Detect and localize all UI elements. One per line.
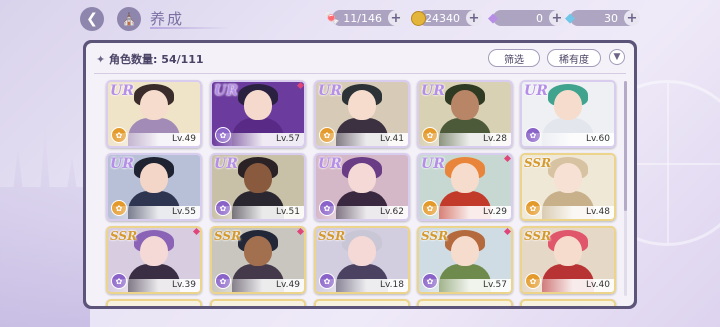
rarity-badge: SSR [110, 229, 138, 243]
sort-order-button[interactable]: ▼ [609, 49, 625, 65]
character-card[interactable]: UR✿Lv.60 [520, 80, 616, 148]
rarity-badge: UR [421, 83, 445, 99]
character-face [451, 90, 479, 120]
character-face [554, 163, 582, 193]
character-card-partial[interactable] [210, 299, 306, 306]
character-card[interactable]: SSR✿Lv.18 [314, 226, 410, 294]
character-face [554, 90, 582, 120]
character-card[interactable]: SSR✿Lv.49 [210, 226, 306, 294]
rarity-badge: UR [524, 83, 548, 99]
sparkle-icon: ✦ [96, 53, 110, 66]
character-card[interactable]: SSR✿Lv.40 [520, 226, 616, 294]
character-card-partial[interactable] [417, 299, 513, 306]
character-count: ✦ 角色数量: 54/111 [96, 51, 204, 67]
character-count-label: 角色数量: [109, 53, 158, 66]
title-underline [150, 27, 230, 29]
character-face [554, 236, 582, 266]
character-panel-inner: ✦ 角色数量: 54/111 筛选 稀有度 ▼ UR✿Lv.49UR✿Lv.57… [86, 43, 634, 306]
character-face [140, 236, 168, 266]
character-level: Lv.18 [316, 279, 408, 292]
character-face [244, 163, 272, 193]
character-card-partial[interactable] [314, 299, 410, 306]
character-level: Lv.48 [522, 206, 614, 219]
character-card[interactable]: UR✿Lv.57 [210, 80, 306, 148]
character-face [451, 163, 479, 193]
rarity-badge: SSR [214, 229, 242, 243]
character-face [244, 90, 272, 120]
crystal-icon: ◆ [565, 10, 575, 26]
scrollbar-thumb[interactable] [624, 81, 627, 211]
character-level: Lv.57 [419, 279, 511, 292]
character-face [451, 236, 479, 266]
character-level: Lv.55 [108, 206, 200, 219]
character-face [348, 90, 376, 120]
character-card[interactable]: UR✿Lv.51 [210, 153, 306, 221]
character-card[interactable]: UR✿Lv.41 [314, 80, 410, 148]
character-level: Lv.41 [316, 133, 408, 146]
castle-icon: ⛪ [121, 12, 137, 26]
character-card-partial[interactable] [106, 299, 202, 306]
stamina-counter: 🍬 11/146 + [324, 10, 404, 26]
page-title: 养成 [150, 10, 185, 28]
character-card-partial[interactable] [520, 299, 616, 306]
rarity-badge: UR [214, 83, 238, 99]
character-card[interactable]: SSR✿Lv.57 [417, 226, 513, 294]
rarity-badge: UR [421, 156, 445, 172]
character-face [244, 236, 272, 266]
character-card[interactable]: SSR✿Lv.39 [106, 226, 202, 294]
character-card[interactable]: UR✿Lv.28 [417, 80, 513, 148]
character-level: Lv.28 [419, 133, 511, 146]
rarity-badge: SSR [524, 156, 552, 170]
home-button[interactable]: ⛪ [117, 7, 141, 31]
diamond-counter: ◆ 0 + [488, 10, 565, 26]
character-level: Lv.39 [108, 279, 200, 292]
character-level: Lv.60 [522, 133, 614, 146]
rarity-badge: UR [318, 156, 342, 172]
character-level: Lv.62 [316, 206, 408, 219]
character-card[interactable]: SSR✿Lv.48 [520, 153, 616, 221]
rarity-badge: SSR [524, 229, 552, 243]
character-level: Lv.51 [212, 206, 304, 219]
character-face [348, 163, 376, 193]
rarity-badge: UR [110, 83, 134, 99]
character-face [140, 90, 168, 120]
character-card[interactable]: UR✿Lv.49 [106, 80, 202, 148]
character-level: Lv.40 [522, 279, 614, 292]
rarity-sort-button[interactable]: 稀有度 [547, 49, 601, 67]
diamond-icon: ◆ [488, 10, 498, 26]
rarity-badge: UR [110, 156, 134, 172]
add-stamina-button[interactable]: + [388, 10, 404, 26]
rarity-badge: SSR [421, 229, 449, 243]
divider [94, 73, 626, 74]
filter-button[interactable]: 筛选 [488, 49, 540, 67]
character-card[interactable]: UR✿Lv.55 [106, 153, 202, 221]
candy-icon: 🍬 [323, 10, 341, 26]
rarity-badge: UR [318, 83, 342, 99]
back-arrow-icon: ❮ [86, 11, 98, 27]
character-level: Lv.29 [419, 206, 511, 219]
gold-counter: 24340 + [410, 10, 482, 26]
top-bar: ❮ ⛪ 养成 🍬 11/146 + 24340 + ◆ 0 + ◆ 30 + [0, 0, 720, 36]
rarity-badge: UR [214, 156, 238, 172]
character-count-value: 54/111 [161, 53, 204, 66]
character-card[interactable]: UR✿Lv.62 [314, 153, 410, 221]
character-face [140, 163, 168, 193]
chevron-down-icon: ▼ [613, 52, 621, 62]
character-level: Lv.57 [212, 133, 304, 146]
scrollbar[interactable] [624, 81, 627, 296]
back-button[interactable]: ❮ [80, 7, 104, 31]
character-face [348, 236, 376, 266]
add-gold-button[interactable]: + [466, 10, 482, 26]
crystal-counter: ◆ 30 + [565, 10, 640, 26]
rarity-badge: SSR [318, 229, 346, 243]
character-level: Lv.49 [212, 279, 304, 292]
add-crystal-button[interactable]: + [624, 10, 640, 26]
coin-icon [408, 8, 428, 28]
character-card[interactable]: UR✿Lv.29 [417, 153, 513, 221]
character-panel: ✦ 角色数量: 54/111 筛选 稀有度 ▼ UR✿Lv.49UR✿Lv.57… [83, 40, 637, 309]
character-level: Lv.49 [108, 133, 200, 146]
background-castle [0, 127, 90, 327]
